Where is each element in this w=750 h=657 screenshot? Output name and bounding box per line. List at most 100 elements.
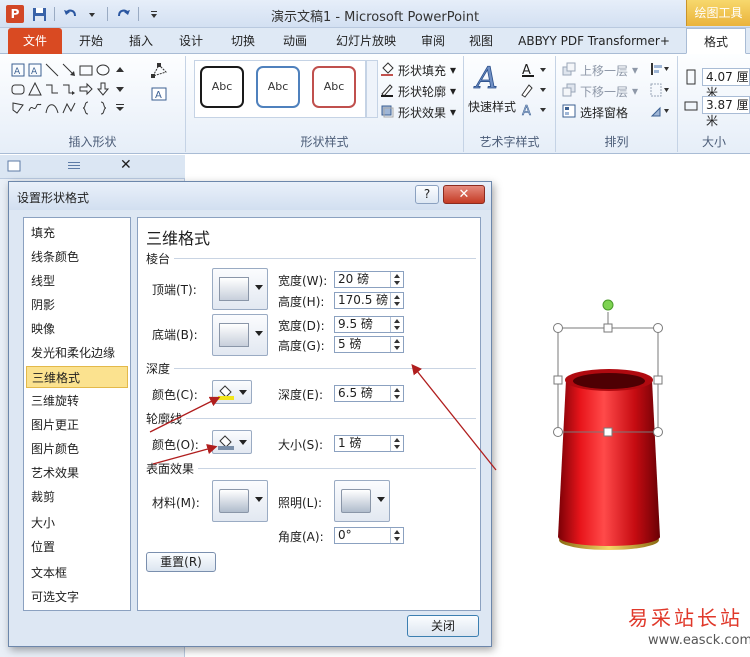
category-glow-soft-edges[interactable]: 发光和柔化边缘 [26, 342, 128, 364]
bevel-bottom-height-input[interactable]: 5 磅 [334, 336, 404, 353]
arc-shape-icon[interactable] [61, 100, 77, 116]
contour-color-dropdown[interactable] [212, 430, 252, 454]
angle-input[interactable]: 0° [334, 527, 404, 544]
tab-home[interactable]: 开始 [68, 28, 114, 54]
spin-down-icon[interactable] [394, 326, 400, 330]
gallery-up-icon[interactable] [112, 62, 128, 78]
tab-insert[interactable]: 插入 [118, 28, 164, 54]
spin-down-icon[interactable] [394, 281, 400, 285]
category-line-color[interactable]: 线条颜色 [26, 246, 128, 268]
shape-fill-button[interactable]: 形状填充 ▾ [380, 60, 456, 80]
spinner[interactable] [390, 317, 403, 332]
group-objects-icon[interactable] [650, 83, 670, 100]
tab-transitions[interactable]: 切换 [218, 28, 268, 54]
lighting-dropdown[interactable] [334, 480, 390, 522]
spinner[interactable] [390, 386, 403, 401]
freeform-shape-icon[interactable] [10, 100, 26, 116]
rectangle-shape-icon[interactable] [78, 62, 94, 78]
tab-view[interactable]: 视图 [460, 28, 502, 54]
shape-outline-button[interactable]: 形状轮廓 ▾ [380, 81, 456, 101]
edit-shape-icon[interactable] [150, 62, 170, 83]
category-position[interactable]: 位置 [26, 536, 128, 558]
dialog-title-bar[interactable]: 设置形状格式 ? ✕ [9, 182, 491, 210]
spinner[interactable] [390, 528, 403, 543]
material-dropdown[interactable] [212, 480, 268, 522]
rounded-rectangle-shape-icon[interactable] [10, 81, 26, 97]
category-text-box[interactable]: 文本框 [26, 562, 128, 584]
align-icon[interactable] [650, 62, 670, 79]
outline-tab-icon[interactable] [66, 159, 82, 176]
slides-tab-icon[interactable] [6, 159, 22, 176]
spin-down-icon[interactable] [394, 537, 400, 541]
brace-left-shape-icon[interactable] [78, 100, 94, 116]
spin-up-icon[interactable] [394, 388, 400, 392]
quick-styles-icon[interactable]: A [472, 58, 512, 97]
category-picture-corrections[interactable]: 图片更正 [26, 414, 128, 436]
tab-abbyy[interactable]: ABBYY PDF Transformer+ [508, 28, 680, 54]
category-reflection[interactable]: 映像 [26, 318, 128, 340]
textbox-tool-icon[interactable]: A [150, 86, 170, 107]
shape-height-input[interactable]: 4.07 厘米 [702, 68, 750, 100]
bevel-top-width-input[interactable]: 20 磅 [334, 271, 404, 288]
depth-color-dropdown[interactable] [212, 380, 252, 404]
spin-up-icon[interactable] [394, 530, 400, 534]
category-size[interactable]: 大小 [26, 512, 128, 534]
shape-style-preview-dark[interactable]: Abc [200, 66, 244, 108]
scribble-shape-icon[interactable] [27, 100, 43, 116]
spin-up-icon[interactable] [394, 274, 400, 278]
category-alt-text[interactable]: 可选文字 [26, 586, 128, 608]
category-3d-rotation[interactable]: 三维旋转 [26, 390, 128, 412]
send-backward-button[interactable]: 下移一层 ▾ [562, 81, 638, 101]
right-arrow-shape-icon[interactable] [78, 81, 94, 97]
spinner[interactable] [390, 293, 403, 308]
brace-right-shape-icon[interactable] [95, 100, 111, 116]
text-fill-icon[interactable]: A [520, 62, 550, 81]
bring-forward-button[interactable]: 上移一层 ▾ [562, 60, 638, 80]
spin-down-icon[interactable] [394, 445, 400, 449]
close-pane-icon[interactable]: ✕ [120, 157, 132, 173]
text-outline-icon[interactable] [520, 82, 550, 101]
dialog-help-button[interactable]: ? [415, 185, 439, 204]
contour-size-input[interactable]: 1 磅 [334, 435, 404, 452]
quick-styles-button[interactable]: 快速样式 [468, 96, 516, 116]
reset-button[interactable]: 重置(R) [146, 552, 216, 572]
down-arrow-shape-icon[interactable] [95, 81, 111, 97]
category-artistic-effects[interactable]: 艺术效果 [26, 462, 128, 484]
bevel-bottom-dropdown[interactable] [212, 314, 268, 356]
tab-slideshow[interactable]: 幻灯片放映 [324, 28, 408, 54]
bevel-top-height-input[interactable]: 170.5 磅 [334, 292, 404, 309]
tab-design[interactable]: 设计 [168, 28, 214, 54]
tab-format[interactable]: 格式 [686, 28, 746, 54]
tab-file[interactable]: 文件 [8, 28, 62, 54]
line-shape-icon[interactable] [44, 62, 60, 78]
bevel-top-dropdown[interactable] [212, 268, 268, 310]
category-crop[interactable]: 裁剪 [26, 486, 128, 508]
tab-review[interactable]: 审阅 [412, 28, 454, 54]
depth-input[interactable]: 6.5 磅 [334, 385, 404, 402]
category-3d-format[interactable]: 三维格式 [26, 366, 128, 388]
elbow-connector-shape-icon[interactable] [44, 81, 60, 97]
shape-width-input[interactable]: 3.87 厘米 [702, 96, 750, 128]
spin-up-icon[interactable] [394, 319, 400, 323]
spin-down-icon[interactable] [394, 302, 400, 306]
oval-shape-icon[interactable] [95, 62, 111, 78]
spin-down-icon[interactable] [394, 346, 400, 350]
shape-style-preview-red[interactable]: Abc [312, 66, 356, 108]
bevel-bottom-width-input[interactable]: 9.5 磅 [334, 316, 404, 333]
gallery-down-icon[interactable] [112, 81, 128, 97]
spin-down-icon[interactable] [394, 395, 400, 399]
shape-style-preview-blue[interactable]: Abc [256, 66, 300, 108]
rotate-icon[interactable] [650, 104, 670, 121]
tab-animations[interactable]: 动画 [272, 28, 318, 54]
elbow-arrow-shape-icon[interactable] [61, 81, 77, 97]
shape-effects-button[interactable]: 形状效果 ▾ [380, 102, 456, 122]
spinner[interactable] [390, 436, 403, 451]
style-gallery-scroll[interactable] [366, 60, 378, 118]
spin-up-icon[interactable] [394, 295, 400, 299]
selection-pane-button[interactable]: 选择窗格 [562, 102, 628, 122]
curve-shape-icon[interactable] [44, 100, 60, 116]
arrow-line-shape-icon[interactable] [61, 62, 77, 78]
spin-up-icon[interactable] [394, 339, 400, 343]
gallery-more-icon[interactable] [112, 100, 128, 116]
category-shadow[interactable]: 阴影 [26, 294, 128, 316]
